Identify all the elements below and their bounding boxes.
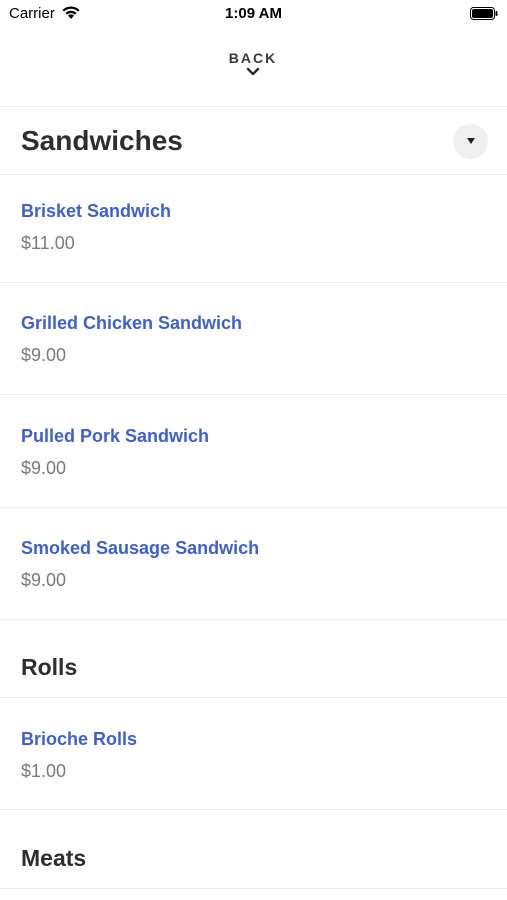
back-label: BACK [228, 50, 278, 66]
item-name: Brioche Rolls [21, 729, 138, 749]
menu-item-brisket-sandwich[interactable]: Brisket Sandwich $11.00 [0, 201, 507, 281]
divider [0, 106, 507, 107]
divider [0, 394, 507, 395]
menu-item-pulled-pork-sandwich[interactable]: Pulled Pork Sandwich $9.00 [0, 426, 507, 506]
item-name: Brisket Sandwich [21, 201, 172, 221]
item-price: $1.00 [21, 761, 67, 781]
menu-item-brioche-rolls[interactable]: Brioche Rolls $1.00 [0, 729, 507, 809]
divider [0, 619, 507, 620]
category-dropdown-button[interactable] [453, 124, 488, 159]
menu-item-smoked-sausage-sandwich[interactable]: Smoked Sausage Sandwich $9.00 [0, 538, 507, 618]
back-button[interactable]: BACK [203, 50, 303, 92]
battery-icon [470, 7, 498, 20]
section-title-rolls: Rolls [21, 654, 78, 680]
section-title-sandwiches: Sandwiches [21, 125, 183, 156]
divider [0, 507, 507, 508]
item-name: Pulled Pork Sandwich [21, 426, 210, 446]
menu-item-grilled-chicken-sandwich[interactable]: Grilled Chicken Sandwich $9.00 [0, 313, 507, 393]
item-price: $9.00 [21, 345, 67, 365]
item-price: $11.00 [21, 233, 75, 253]
section-title-meats: Meats [21, 845, 87, 871]
chevron-down-icon [246, 67, 260, 76]
clock: 1:09 AM [225, 5, 282, 22]
item-name: Grilled Chicken Sandwich [21, 313, 243, 333]
divider [0, 697, 507, 698]
status-bar: Carrier 1:09 AM [0, 0, 507, 28]
item-name: Smoked Sausage Sandwich [21, 538, 260, 558]
item-price: $9.00 [21, 458, 67, 478]
caret-down-icon [467, 138, 475, 144]
divider [0, 888, 507, 889]
item-price: $9.00 [21, 570, 67, 590]
divider [0, 174, 507, 175]
divider [0, 282, 507, 283]
divider [0, 809, 507, 810]
